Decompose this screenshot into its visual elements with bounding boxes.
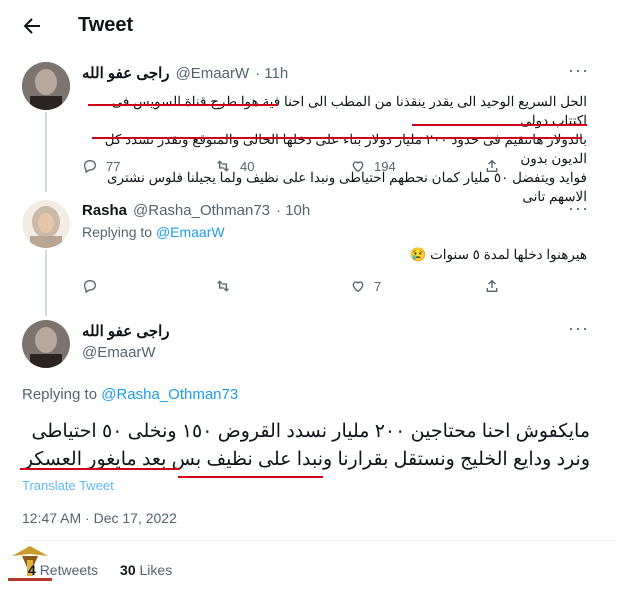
red-underline: [412, 124, 587, 126]
tweet-timestamp[interactable]: 12:47 AM · Dec 17, 2022: [22, 510, 177, 526]
share-button[interactable]: [484, 278, 500, 294]
reply-button[interactable]: [82, 278, 106, 294]
red-underline: [88, 104, 278, 106]
tweet-text: هيرهنوا دخلها لمدة ٥ سنوات 😢: [409, 247, 587, 262]
likes-stat[interactable]: 30 Likes: [120, 562, 172, 578]
tweet-time[interactable]: · 11h: [255, 65, 288, 82]
red-underline: [92, 137, 582, 139]
share-icon: [486, 159, 498, 172]
heart-icon: [352, 281, 364, 293]
tweet-line: مايكفوش احنا محتاجين ٢٠٠ مليار نسدد القر…: [31, 421, 590, 442]
thread-line: [45, 250, 47, 316]
like-button[interactable]: 7: [350, 278, 381, 294]
red-underline: [20, 468, 180, 470]
share-button[interactable]: [484, 158, 500, 174]
share-icon: [486, 279, 498, 292]
tweet-time[interactable]: · 10h: [276, 202, 310, 219]
divider: [22, 540, 618, 541]
retweet-icon: [217, 280, 229, 292]
mention-link[interactable]: @Rasha_Othman73: [101, 386, 238, 403]
author-name[interactable]: راجى عفو الله: [82, 64, 170, 82]
heart-icon: [352, 161, 364, 173]
tweet-line: بالدولار هانتقيم فى حدود ٢٠٠ مليار دولار…: [104, 132, 587, 166]
author-handle[interactable]: @Rasha_Othman73: [133, 202, 270, 219]
red-underline: [178, 476, 323, 478]
page-title: Tweet: [78, 14, 134, 36]
retweet-button[interactable]: 40: [214, 158, 254, 174]
more-icon[interactable]: ···: [568, 318, 589, 339]
avatar[interactable]: [22, 320, 70, 368]
back-arrow-icon[interactable]: [20, 14, 44, 38]
engagement-stats: 4 Retweets 30 Likes: [28, 562, 172, 578]
replying-to: Replying to @EmaarW: [82, 224, 225, 240]
tweet-text: الحل السريع الوحيد الى يقدر ينقذنا من ال…: [82, 92, 587, 206]
author-name[interactable]: راجى عفو الله: [82, 322, 170, 340]
reply-icon: [83, 279, 97, 294]
tweet-line: فوايد ويتفضل ٥٠ مليار كمان نحطهم احتياطى…: [106, 170, 587, 204]
retweets-stat[interactable]: 4 Retweets: [28, 562, 98, 578]
replying-to: Replying to @Rasha_Othman73: [22, 386, 239, 403]
author-handle[interactable]: @EmaarW: [82, 344, 156, 361]
retweet-button[interactable]: [214, 278, 240, 294]
reply-button[interactable]: 77: [82, 158, 120, 174]
tweet-header: Tweet: [0, 0, 641, 52]
reply-icon: [83, 159, 97, 174]
avatar[interactable]: [22, 62, 70, 110]
thread-line: [45, 112, 47, 192]
more-icon[interactable]: ···: [568, 60, 589, 81]
translate-link[interactable]: Translate Tweet: [22, 478, 114, 493]
mention-link[interactable]: @EmaarW: [156, 224, 225, 240]
author-name[interactable]: Rasha: [82, 202, 127, 219]
main-tweet-text: مايكفوش احنا محتاجين ٢٠٠ مليار نسدد القر…: [18, 418, 590, 474]
retweet-icon: [217, 160, 229, 172]
like-button[interactable]: 194: [350, 158, 396, 174]
avatar[interactable]: [22, 200, 70, 248]
author-handle[interactable]: @EmaarW: [176, 65, 250, 82]
more-icon[interactable]: ···: [568, 198, 589, 219]
